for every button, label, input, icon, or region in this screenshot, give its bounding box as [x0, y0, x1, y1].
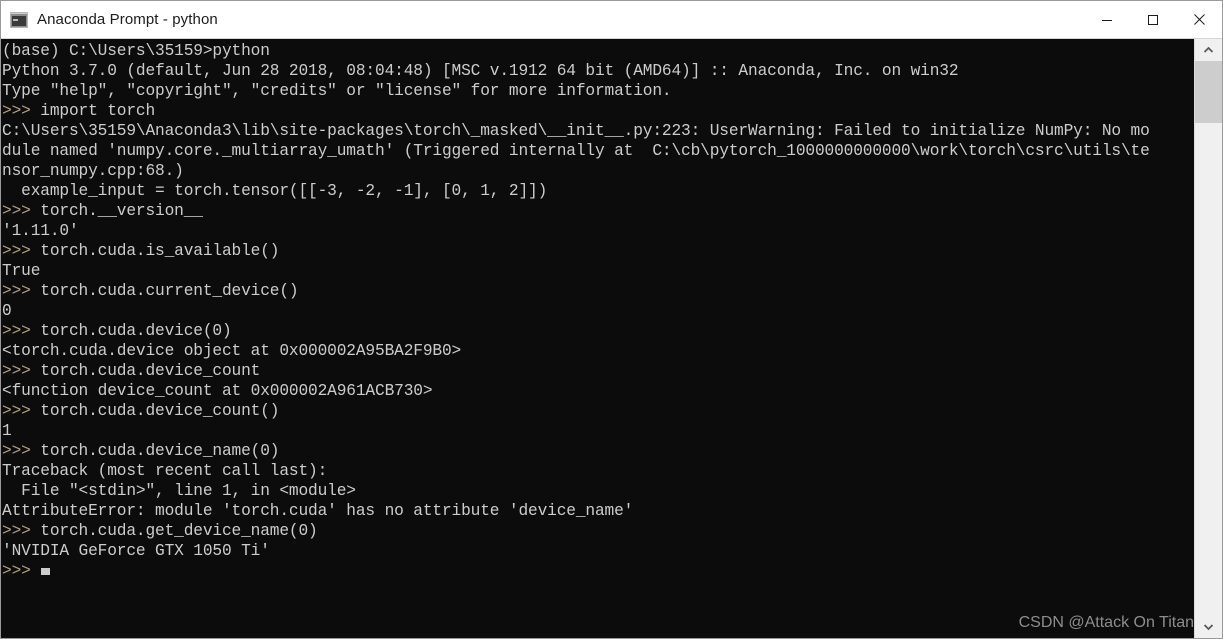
title-bar[interactable]: Anaconda Prompt - python	[1, 1, 1222, 39]
close-icon	[1193, 14, 1205, 25]
terminal-line: >>> torch.cuda.device(0)	[2, 321, 1194, 341]
terminal-text: AttributeError: module 'torch.cuda' has …	[2, 502, 634, 520]
console-icon	[10, 11, 28, 28]
terminal-line: 'NVIDIA GeForce GTX 1050 Ti'	[2, 541, 1194, 561]
scrollbar-track[interactable]	[1195, 61, 1222, 616]
terminal-text: Traceback (most recent call last):	[2, 462, 328, 480]
terminal-text: '1.11.0'	[2, 222, 79, 240]
terminal-line: >>> torch.cuda.current_device()	[2, 281, 1194, 301]
prompt-symbol: >>>	[2, 102, 41, 120]
terminal-line: >>>	[2, 561, 1194, 581]
prompt-symbol: >>>	[2, 402, 41, 420]
terminal-line: 0	[2, 301, 1194, 321]
terminal-line: <function device_count at 0x000002A961AC…	[2, 381, 1194, 401]
terminal-command: import torch	[40, 102, 156, 120]
terminal-text: <function device_count at 0x000002A961AC…	[2, 382, 433, 400]
terminal-command: torch.__version__	[40, 202, 203, 220]
terminal-command: torch.cuda.get_device_name(0)	[40, 522, 318, 540]
terminal-text: Python 3.7.0 (default, Jun 28 2018, 08:0…	[2, 62, 959, 80]
terminal-text: <torch.cuda.device object at 0x000002A95…	[2, 342, 462, 360]
terminal-line: File "<stdin>", line 1, in <module>	[2, 481, 1194, 501]
terminal-line: >>> import torch	[2, 101, 1194, 121]
window-controls	[1084, 1, 1222, 38]
terminal-command: torch.cuda.is_available()	[40, 242, 280, 260]
terminal-line: >>> torch.cuda.device_count	[2, 361, 1194, 381]
chevron-down-icon	[1203, 624, 1214, 631]
terminal-output[interactable]: (base) C:\Users\35159>python Python 3.7.0…	[1, 39, 1194, 638]
prompt-symbol: >>>	[2, 442, 41, 460]
terminal-line: >>> torch.cuda.device_name(0)	[2, 441, 1194, 461]
chevron-up-icon	[1203, 46, 1214, 53]
terminal-line: >>> torch.cuda.device_count()	[2, 401, 1194, 421]
terminal-line: Traceback (most recent call last):	[2, 461, 1194, 481]
terminal-line: Python 3.7.0 (default, Jun 28 2018, 08:0…	[2, 61, 1194, 81]
terminal-line: example_input = torch.tensor([[-3, -2, -…	[2, 181, 1194, 201]
terminal-text: (base) C:\Users\35159>python	[2, 42, 270, 60]
terminal-text: 1	[2, 422, 12, 440]
terminal-line: >>> torch.cuda.is_available()	[2, 241, 1194, 261]
terminal-text: Type "help", "copyright", "credits" or "…	[2, 82, 672, 100]
terminal-line: nsor_numpy.cpp:68.)	[2, 161, 1194, 181]
scroll-up-button[interactable]	[1195, 39, 1222, 61]
terminal-line: '1.11.0'	[2, 221, 1194, 241]
terminal-text: File "<stdin>", line 1, in <module>	[2, 482, 356, 500]
terminal-text: example_input = torch.tensor([[-3, -2, -…	[2, 182, 548, 200]
terminal-text: True	[2, 262, 41, 280]
close-button[interactable]	[1176, 1, 1222, 38]
terminal-command: torch.cuda.device_name(0)	[40, 442, 280, 460]
minimize-button[interactable]	[1084, 1, 1130, 38]
text-cursor	[41, 568, 51, 575]
terminal-line: >>> torch.__version__	[2, 201, 1194, 221]
prompt-symbol: >>>	[2, 242, 41, 260]
maximize-button[interactable]	[1130, 1, 1176, 38]
vertical-scrollbar[interactable]	[1194, 39, 1222, 638]
window-title: Anaconda Prompt - python	[37, 11, 218, 28]
terminal-text: dule named 'numpy.core._multiarray_umath…	[2, 142, 1150, 160]
terminal-text: C:\Users\35159\Anaconda3\lib\site-packag…	[2, 122, 1150, 140]
terminal-line: AttributeError: module 'torch.cuda' has …	[2, 501, 1194, 521]
scroll-down-button[interactable]	[1195, 616, 1222, 638]
terminal-command: torch.cuda.device(0)	[40, 322, 232, 340]
prompt-symbol: >>>	[2, 362, 41, 380]
maximize-icon	[1148, 14, 1158, 25]
terminal-text: nsor_numpy.cpp:68.)	[2, 162, 184, 180]
terminal-line: C:\Users\35159\Anaconda3\lib\site-packag…	[2, 121, 1194, 141]
terminal-command: torch.cuda.current_device()	[40, 282, 299, 300]
terminal-command: torch.cuda.device_count	[40, 362, 261, 380]
prompt-symbol: >>>	[2, 202, 41, 220]
terminal-line: 1	[2, 421, 1194, 441]
console-window: Anaconda Prompt - python (base) C:\Users…	[0, 0, 1223, 639]
terminal-line: Type "help", "copyright", "credits" or "…	[2, 81, 1194, 101]
terminal-text: 0	[2, 302, 12, 320]
console-body: (base) C:\Users\35159>python Python 3.7.0…	[1, 39, 1222, 638]
prompt-symbol: >>>	[2, 562, 41, 580]
terminal-line: (base) C:\Users\35159>python	[2, 41, 1194, 61]
terminal-line: True	[2, 261, 1194, 281]
terminal-line: >>> torch.cuda.get_device_name(0)	[2, 521, 1194, 541]
terminal-line: dule named 'numpy.core._multiarray_umath…	[2, 141, 1194, 161]
prompt-symbol: >>>	[2, 522, 41, 540]
minimize-icon	[1102, 19, 1112, 21]
prompt-symbol: >>>	[2, 282, 41, 300]
prompt-symbol: >>>	[2, 322, 41, 340]
terminal-command: torch.cuda.device_count()	[40, 402, 280, 420]
terminal-line: <torch.cuda.device object at 0x000002A95…	[2, 341, 1194, 361]
scrollbar-thumb[interactable]	[1195, 61, 1222, 123]
terminal-text: 'NVIDIA GeForce GTX 1050 Ti'	[2, 542, 270, 560]
